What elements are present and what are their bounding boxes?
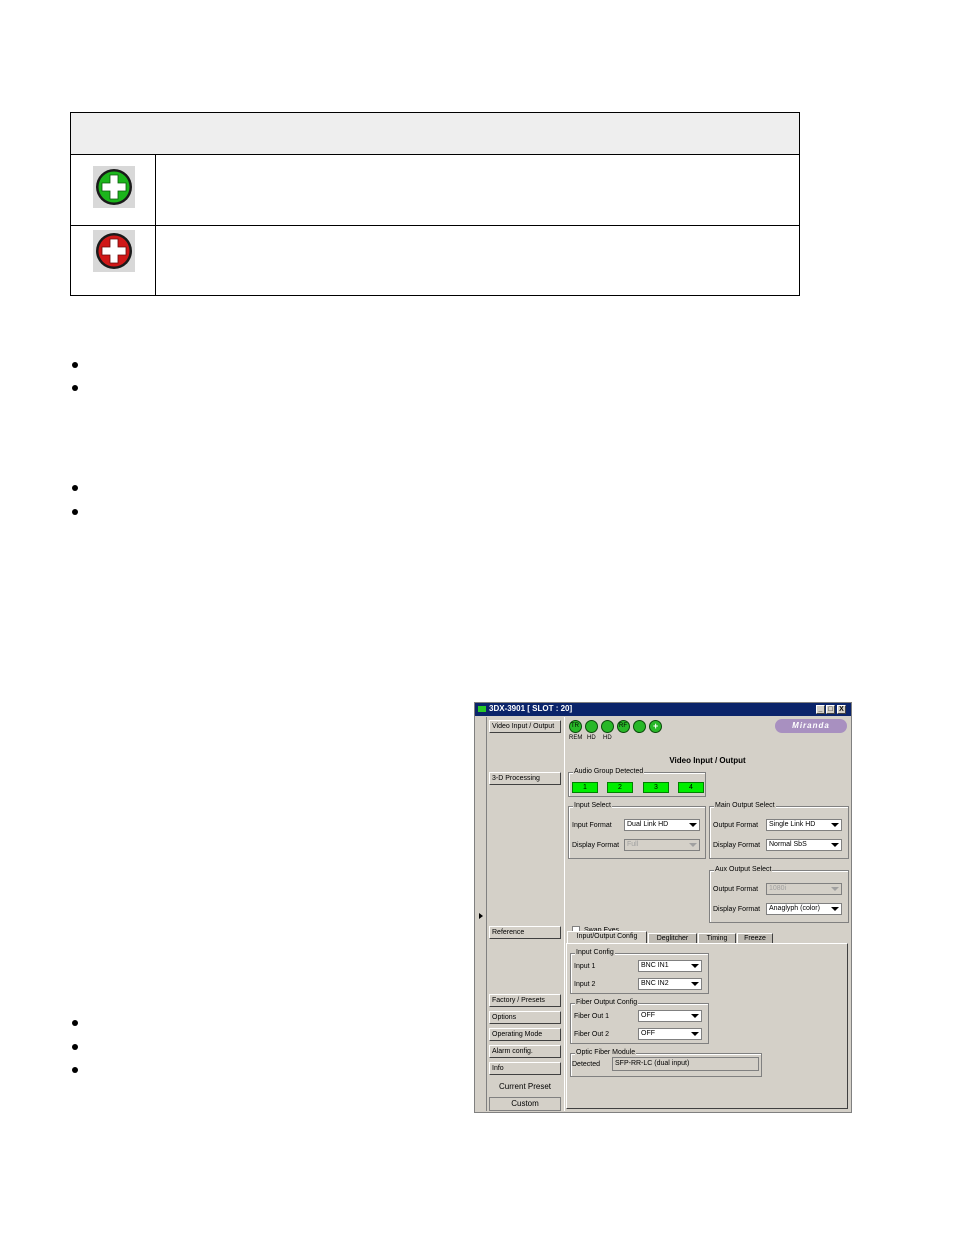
display-format-select[interactable]: Full — [624, 839, 700, 851]
status-led[interactable]: RF — [617, 720, 630, 733]
legend-row-green — [71, 154, 799, 226]
chevron-down-icon — [691, 1032, 699, 1036]
app-icon — [478, 706, 486, 712]
bullet-dot — [72, 1067, 78, 1073]
status-led[interactable]: TR — [569, 720, 582, 733]
nav-info[interactable]: Info — [489, 1062, 561, 1075]
restore-button[interactable]: □ — [826, 705, 835, 714]
optic-fiber-module-group: Optic Fiber Module Detected SFP-RR-LC (d… — [570, 1049, 762, 1077]
main-content: TR RF + REM HD HD Miranda Video Input / … — [564, 717, 850, 1111]
fiber-out-1-select[interactable]: OFF — [638, 1010, 702, 1022]
chevron-down-icon — [689, 823, 697, 827]
bullet-dot — [72, 1020, 78, 1026]
nav-operating-mode[interactable]: Operating Mode — [489, 1028, 561, 1041]
optic-fiber-module-label: Optic Fiber Module — [575, 1049, 637, 1056]
audio-group-1: 1 — [572, 782, 598, 793]
aux-display-format-select[interactable]: Anaglyph (color) — [766, 903, 842, 915]
audio-group-3: 3 — [643, 782, 669, 793]
fiber-out-1-label: Fiber Out 1 — [574, 1013, 610, 1020]
output-format-label: Output Format — [713, 822, 759, 829]
expand-arrow-icon[interactable] — [479, 913, 483, 919]
led-label: HD — [587, 735, 596, 741]
legend-table-header — [71, 113, 799, 155]
status-led-plus-icon[interactable]: + — [649, 720, 662, 733]
audio-group-2: 2 — [607, 782, 633, 793]
detected-label: Detected — [572, 1061, 601, 1068]
bullet-dot — [72, 385, 78, 391]
miranda-logo: Miranda — [775, 719, 847, 733]
fiber-out-2-label: Fiber Out 2 — [574, 1031, 610, 1038]
output-format-select[interactable]: Single Link HD — [766, 819, 842, 831]
display-format-label: Display Format — [713, 842, 761, 849]
status-led-arrow-icon[interactable] — [601, 720, 614, 733]
audio-group-4: 4 — [678, 782, 704, 793]
input-config-group: Input Config Input 1 BNC IN1 Input 2 BNC… — [570, 949, 709, 994]
nav-panel: Video Input / Output 3-D Processing Refe… — [487, 717, 563, 1111]
status-led-arrow-icon[interactable] — [585, 720, 598, 733]
input-select-group: Input Select Input Format Dual Link HD D… — [568, 802, 706, 859]
aux-output-format-label: Output Format — [713, 886, 759, 893]
input-1-select[interactable]: BNC IN1 — [638, 960, 702, 972]
aux-output-select-label: Aux Output Select — [714, 866, 773, 873]
red-plus-icon — [93, 230, 135, 272]
status-led-refresh-icon[interactable] — [633, 720, 646, 733]
bullet-dot — [72, 509, 78, 515]
chevron-down-icon — [831, 823, 839, 827]
bullet-dot — [72, 1044, 78, 1050]
input-format-select[interactable]: Dual Link HD — [624, 819, 700, 831]
chevron-down-icon — [691, 964, 699, 968]
led-label: HD — [603, 735, 612, 741]
minimize-button[interactable]: _ — [816, 705, 825, 714]
input-2-select[interactable]: BNC IN2 — [638, 978, 702, 990]
main-display-format-select[interactable]: Normal SbS — [766, 839, 842, 851]
chevron-down-icon — [691, 982, 699, 986]
audio-group-label: Audio Group Detected — [573, 768, 645, 775]
chevron-down-icon — [689, 843, 697, 847]
chevron-down-icon — [691, 1014, 699, 1018]
input-config-label: Input Config — [575, 949, 615, 956]
input-format-label: Input Format — [572, 822, 612, 829]
input-2-label: Input 2 — [574, 981, 596, 988]
nav-3d-processing[interactable]: 3-D Processing — [489, 772, 561, 785]
section-title: Video Input / Output — [669, 756, 746, 765]
input-1-label: Input 1 — [574, 963, 596, 970]
input-select-label: Input Select — [573, 802, 612, 809]
collapse-bar[interactable] — [477, 717, 487, 1111]
chevron-down-icon — [831, 843, 839, 847]
aux-output-format-select[interactable]: 1080i — [766, 883, 842, 895]
bullet-dot — [72, 362, 78, 368]
close-button[interactable]: X — [837, 705, 846, 714]
tab-panel: Input Config Input 1 BNC IN1 Input 2 BNC… — [566, 943, 848, 1109]
nav-reference[interactable]: Reference — [489, 926, 561, 939]
bullet-dot — [72, 485, 78, 491]
detected-module-value: SFP-RR-LC (dual input) — [612, 1057, 759, 1071]
window-titlebar[interactable]: 3DX-3901 [ SLOT : 20] _ □ X — [475, 703, 851, 716]
audio-group-detected: Audio Group Detected 1 2 3 4 — [568, 768, 706, 797]
aux-output-select-group: Aux Output Select Output Format 1080i Di… — [709, 866, 849, 923]
current-preset-label: Current Preset — [498, 1082, 552, 1091]
nav-options[interactable]: Options — [489, 1011, 561, 1024]
legend-table — [70, 112, 800, 296]
display-format-label: Display Format — [572, 842, 620, 849]
nav-video-input-output[interactable]: Video Input / Output — [489, 720, 561, 733]
led-label: REM — [569, 735, 583, 741]
chevron-down-icon — [831, 907, 839, 911]
chevron-down-icon — [831, 887, 839, 891]
legend-row-red — [71, 226, 799, 297]
fiber-output-config-group: Fiber Output Config Fiber Out 1 OFF Fibe… — [570, 999, 709, 1044]
nav-factory-presets[interactable]: Factory / Presets — [489, 994, 561, 1007]
fiber-output-config-label: Fiber Output Config — [575, 999, 639, 1006]
fiber-out-2-select[interactable]: OFF — [638, 1028, 702, 1040]
window-title: 3DX-3901 [ SLOT : 20] — [489, 704, 573, 713]
main-output-select-label: Main Output Select — [714, 802, 776, 809]
nav-alarm-config[interactable]: Alarm config. — [489, 1045, 561, 1058]
aux-display-format-label: Display Format — [713, 906, 761, 913]
green-plus-icon — [93, 166, 135, 208]
current-preset-value: Custom — [489, 1097, 561, 1111]
app-window: 3DX-3901 [ SLOT : 20] _ □ X Video Input … — [474, 702, 852, 1113]
main-output-select-group: Main Output Select Output Format Single … — [709, 802, 849, 859]
